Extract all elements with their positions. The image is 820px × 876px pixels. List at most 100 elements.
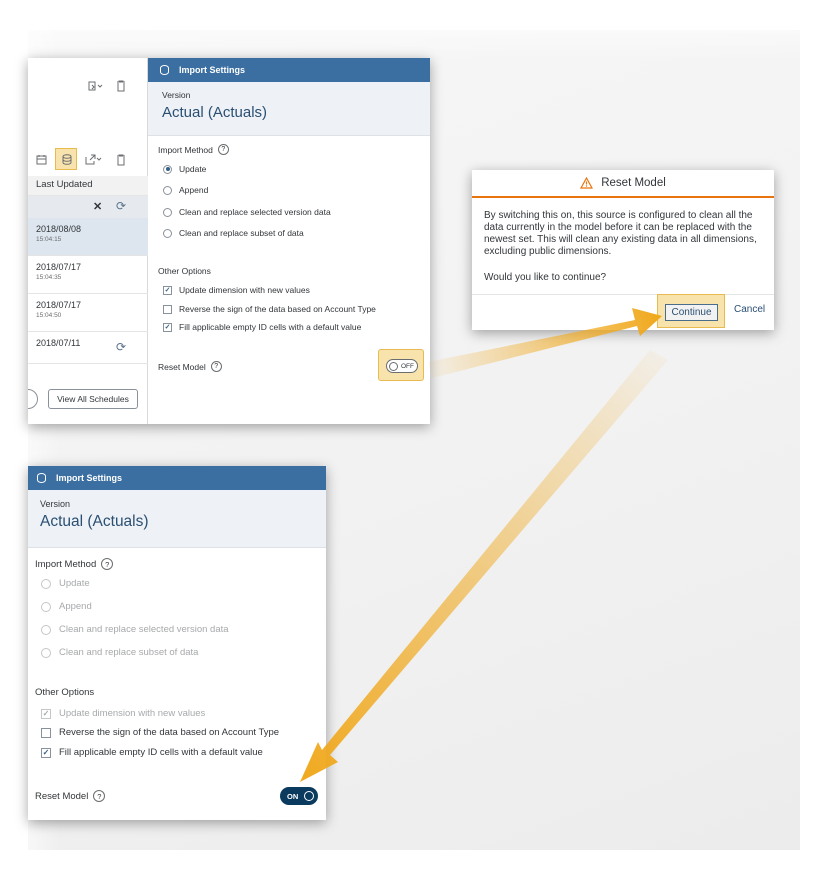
radio-clean-replace-version[interactable]: Clean and replace selected version data	[41, 624, 229, 635]
dialog-message: By switching this on, this source is con…	[484, 210, 757, 257]
checkbox-checked[interactable]: ✓	[163, 322, 172, 332]
radio-button[interactable]	[163, 164, 172, 174]
radio-append[interactable]: Append	[163, 185, 208, 195]
panel-header: Import Settings	[148, 58, 430, 82]
radio-button[interactable]	[163, 228, 172, 238]
panel-header: Import Settings	[28, 466, 326, 490]
import-method-section-label: Import Method ?	[35, 558, 114, 570]
checkbox-reverse-sign[interactable]: Reverse the sign of the data based on Ac…	[41, 727, 279, 738]
option-label: Reverse the sign of the data based on Ac…	[59, 727, 280, 738]
checkbox-reverse-sign[interactable]: Reverse the sign of the data based on Ac…	[163, 304, 376, 314]
import-method-section-label: Import Method ?	[158, 144, 229, 155]
radio-clean-replace-subset[interactable]: Clean and replace subset of data	[41, 647, 198, 658]
toggle-label: OFF	[401, 362, 414, 370]
checkbox-fill-empty-id[interactable]: ✓ Fill applicable empty ID cells with a d…	[41, 747, 263, 758]
list-item[interactable]: 2018/07/17 15:04:35	[28, 256, 148, 294]
option-label: Fill applicable empty ID cells with a de…	[179, 322, 362, 332]
cancel-button[interactable]: Cancel	[734, 304, 765, 315]
import-icon[interactable]	[86, 80, 104, 95]
continue-button[interactable]: Continue	[665, 304, 718, 321]
reset-model-label: Reset Model	[35, 790, 89, 802]
background-fade	[0, 0, 820, 60]
database-icon-highlight[interactable]	[55, 148, 77, 170]
warning-icon	[580, 177, 594, 189]
trash-icon[interactable]	[116, 154, 126, 169]
dialog-title: Reset Model	[601, 177, 666, 189]
option-label: Update dimension with new values	[179, 285, 310, 295]
version-section: Version Actual (Actuals)	[148, 82, 430, 136]
radio-button[interactable]	[41, 578, 51, 589]
reset-model-dialog: Reset Model By switching this on, this s…	[472, 170, 774, 330]
option-label: Reverse the sign of the data based on Ac…	[179, 304, 376, 314]
option-label: Clean and replace subset of data	[179, 228, 304, 238]
checkbox-fill-empty-id[interactable]: ✓ Fill applicable empty ID cells with a d…	[163, 322, 361, 332]
checkbox-checked[interactable]: ✓	[163, 285, 172, 295]
list-item[interactable]: 2018/08/08 15:04:15	[28, 218, 148, 256]
row-date: 2018/07/17	[36, 300, 82, 310]
reset-model-label: Reset Model	[158, 361, 206, 372]
dialog-title-bar: Reset Model	[472, 170, 774, 198]
checkbox-update-dimension[interactable]: ✓ Update dimension with new values	[163, 285, 310, 295]
radio-append[interactable]: Append	[41, 601, 92, 612]
list-item[interactable]: 2018/07/17 15:04:50	[28, 294, 148, 332]
database-icon	[62, 154, 72, 165]
import-method-label: Import Method	[158, 144, 213, 155]
option-label: Clean and replace subset of data	[59, 647, 199, 658]
panel-title: Import Settings	[179, 65, 246, 75]
help-icon[interactable]: ?	[210, 361, 222, 372]
option-label: Update	[179, 164, 207, 174]
help-icon[interactable]: ?	[93, 790, 106, 802]
reset-model-row: Reset Model ?	[35, 790, 106, 802]
radio-update[interactable]: Update	[163, 164, 206, 174]
radio-update[interactable]: Update	[41, 578, 90, 589]
list-item[interactable]: 2018/07/11 ⟳	[28, 332, 148, 364]
toggle-label: ON	[287, 791, 299, 801]
radio-button[interactable]	[163, 207, 172, 217]
trash-icon[interactable]	[116, 80, 126, 95]
database-icon	[37, 473, 46, 483]
refresh-icon[interactable]: ⟳	[116, 199, 126, 213]
version-value[interactable]: Actual (Actuals)	[162, 104, 430, 121]
column-header-last-updated[interactable]: Last Updated	[28, 176, 148, 196]
toggle-knob	[304, 791, 315, 801]
version-label: Version	[162, 90, 191, 100]
checkbox[interactable]	[163, 304, 172, 314]
option-label: Clean and replace selected version data	[179, 207, 331, 217]
option-label: Fill applicable empty ID cells with a de…	[59, 747, 263, 758]
reset-model-row: Reset Model ?	[158, 361, 222, 372]
option-label: Clean and replace selected version data	[59, 624, 229, 635]
refresh-icon[interactable]: ⟳	[116, 340, 126, 354]
calendar-icon[interactable]	[36, 154, 47, 168]
panel-title: Import Settings	[56, 473, 123, 483]
close-icon[interactable]: ✕	[93, 200, 102, 213]
checkbox-checked[interactable]: ✓	[41, 708, 51, 719]
radio-clean-replace-version[interactable]: Clean and replace selected version data	[163, 207, 331, 217]
view-all-schedules-button[interactable]: View All Schedules	[48, 389, 138, 409]
checkbox-update-dimension[interactable]: ✓ Update dimension with new values	[41, 708, 205, 719]
help-icon[interactable]: ?	[217, 144, 229, 155]
checkbox[interactable]	[41, 727, 51, 738]
row-date: 2018/08/08	[36, 224, 82, 234]
help-icon[interactable]: ?	[101, 558, 114, 570]
radio-button[interactable]	[41, 601, 51, 612]
radio-button[interactable]	[41, 647, 51, 658]
reset-model-toggle[interactable]: OFF	[386, 359, 418, 373]
checkbox-checked[interactable]: ✓	[41, 747, 51, 758]
round-button[interactable]	[28, 389, 38, 409]
share-icon[interactable]	[85, 154, 103, 168]
import-method-label: Import Method	[35, 558, 97, 570]
filter-row: ✕ ⟳	[28, 196, 148, 218]
radio-button[interactable]	[41, 624, 51, 635]
database-icon	[160, 65, 169, 75]
radio-clean-replace-subset[interactable]: Clean and replace subset of data	[163, 228, 304, 238]
other-options-label: Other Options	[158, 266, 211, 276]
schedule-list-pane: Last Updated ✕ ⟳ 2018/08/08 15:04:15 201…	[28, 58, 148, 424]
row-time: 15:04:50	[36, 312, 62, 319]
screenshot-after: Import Settings Version Actual (Actuals)…	[28, 466, 326, 820]
version-value[interactable]: Actual (Actuals)	[40, 513, 326, 531]
version-section: Version Actual (Actuals)	[28, 490, 326, 548]
option-label: Update dimension with new values	[59, 708, 206, 719]
screenshot-before: Last Updated ✕ ⟳ 2018/08/08 15:04:15 201…	[28, 58, 430, 424]
radio-button[interactable]	[163, 185, 172, 195]
reset-model-toggle[interactable]: ON	[280, 787, 318, 805]
